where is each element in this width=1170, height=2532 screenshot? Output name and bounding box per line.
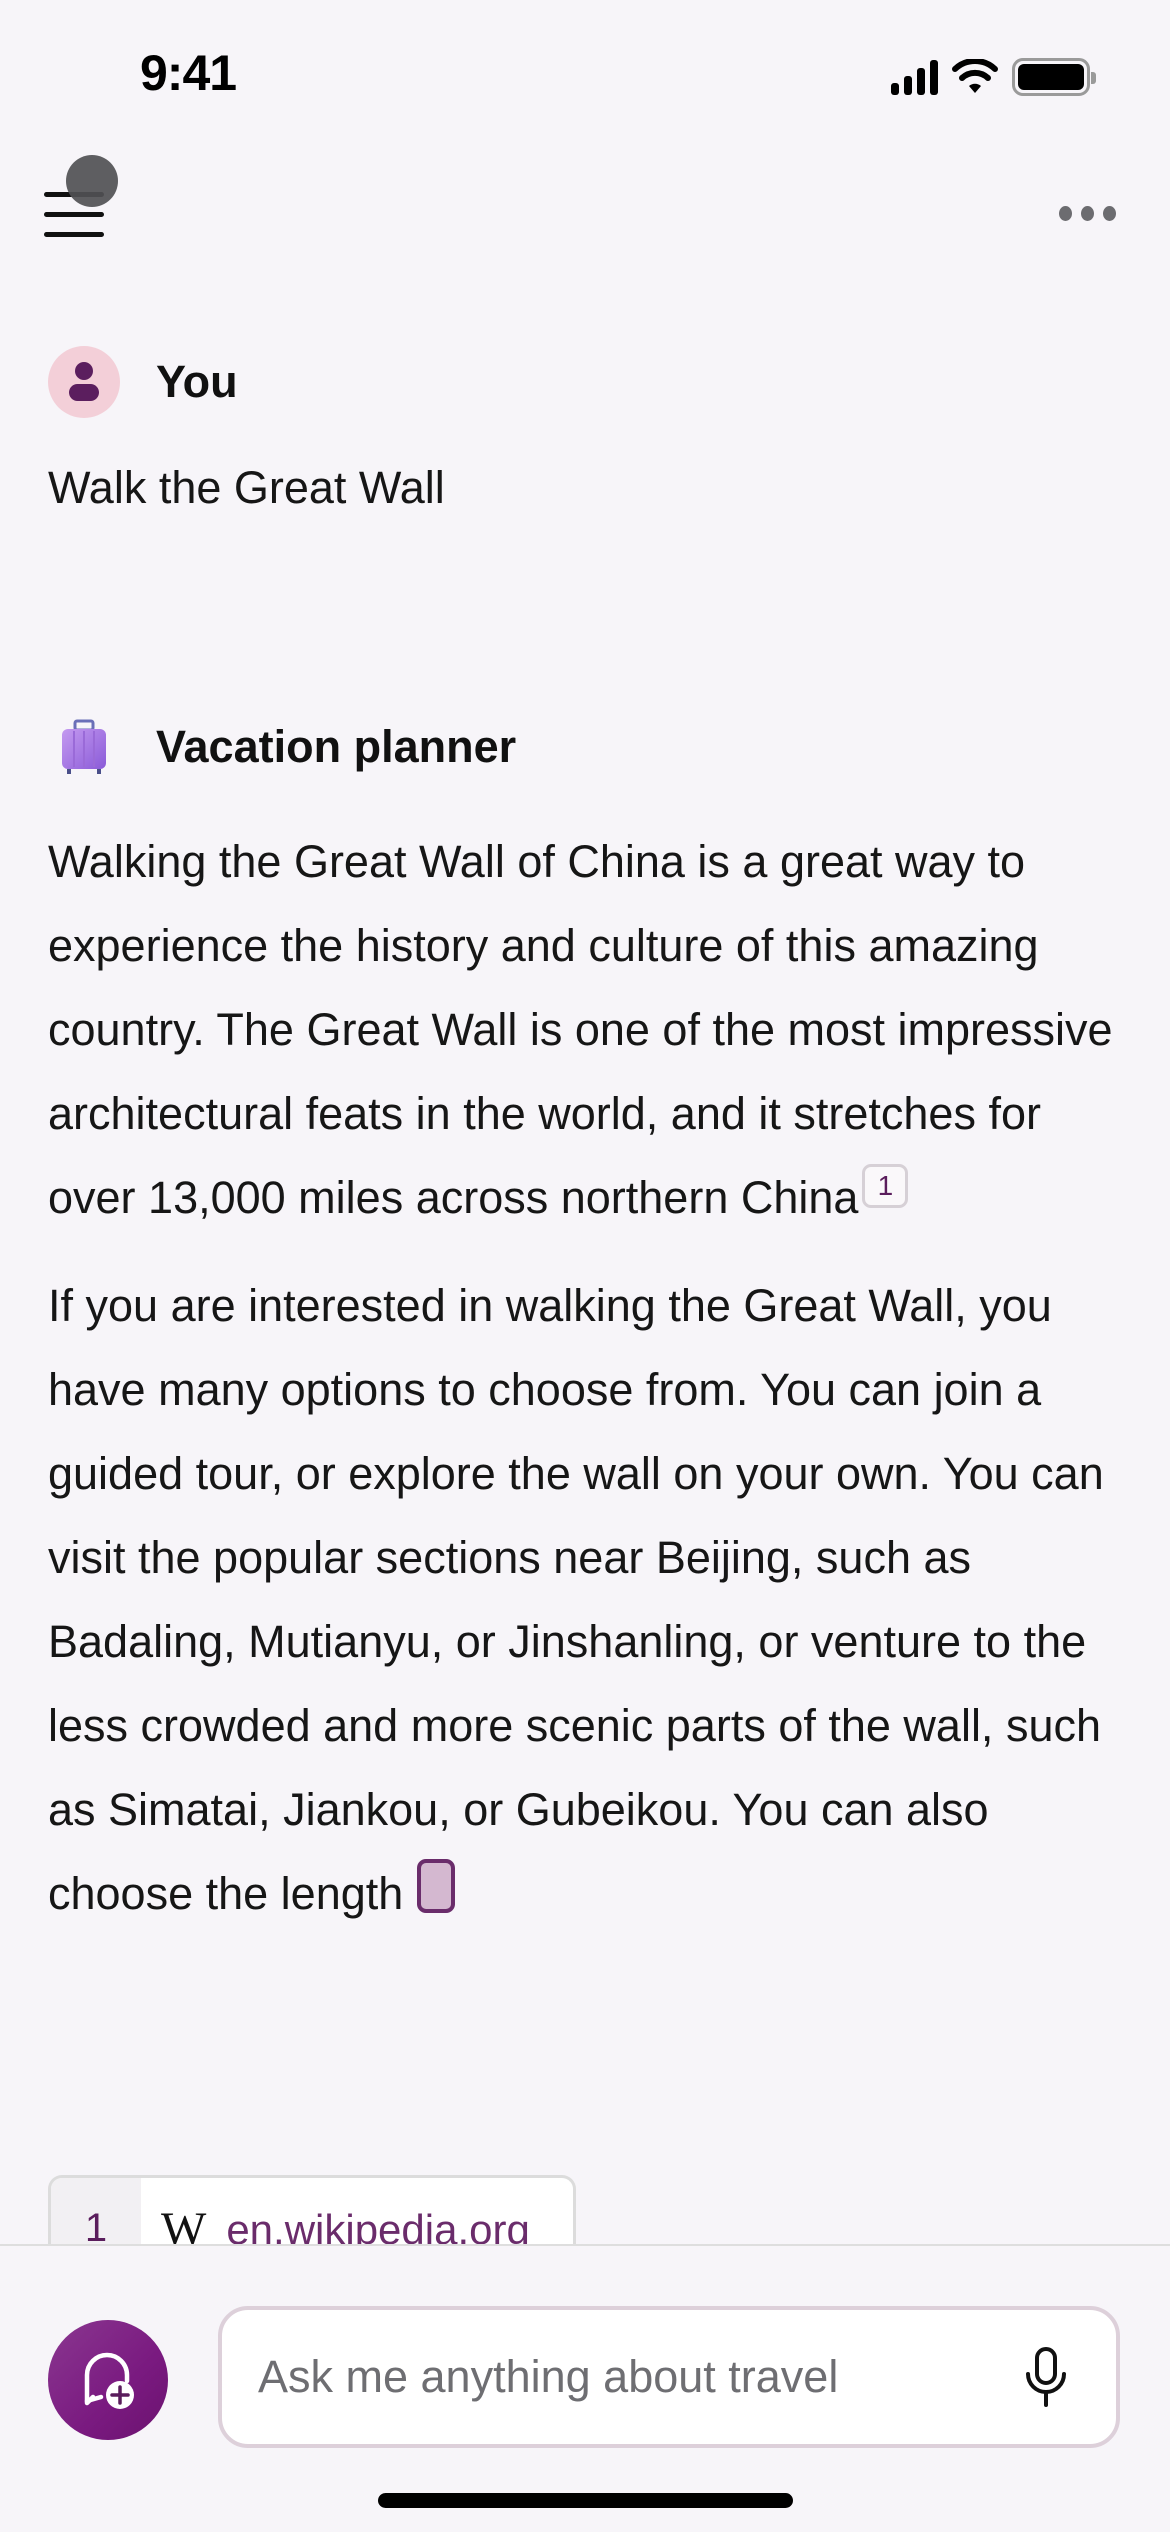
bot-avatar — [48, 711, 120, 783]
bot-message-body: Walking the Great Wall of China is a gre… — [48, 820, 1128, 1960]
new-chat-icon — [84, 2352, 134, 2409]
user-sender-name: You — [156, 356, 238, 407]
microphone-button[interactable] — [1016, 2342, 1076, 2412]
new-chat-button[interactable] — [48, 2320, 168, 2440]
suitcase-icon — [62, 719, 106, 774]
bot-message-header: Vacation planner — [48, 711, 516, 783]
bot-sender-name: Vacation planner — [156, 721, 517, 772]
message-input-container — [218, 2306, 1120, 2448]
citation-badge[interactable]: 1 — [862, 1164, 909, 1208]
bot-paragraph: If you are interested in walking the Gre… — [48, 1264, 1128, 1936]
user-message-header: You — [48, 346, 238, 418]
touch-indicator — [66, 155, 118, 207]
status-icons — [891, 58, 1096, 96]
status-time: 9:41 — [140, 45, 237, 101]
microphone-icon — [1026, 2347, 1066, 2407]
message-input[interactable] — [258, 2351, 1016, 2403]
user-avatar — [48, 346, 120, 418]
battery-icon — [1012, 58, 1096, 96]
bot-paragraph-text: If you are interested in walking the Gre… — [48, 1280, 1104, 1919]
cellular-signal-icon — [891, 59, 938, 95]
user-message-text: Walk the Great Wall — [48, 462, 445, 513]
bot-paragraph-text: Walking the Great Wall of China is a gre… — [48, 836, 1113, 1223]
wifi-icon — [952, 59, 998, 93]
composer-bar — [0, 2244, 1170, 2532]
more-options-button[interactable] — [1059, 206, 1116, 221]
more-horizontal-icon — [1059, 206, 1072, 221]
streaming-cursor-icon — [417, 1859, 456, 1913]
home-indicator[interactable] — [378, 2493, 793, 2508]
source-link-wikipedia[interactable]: 1 W en.wikipedia.org — [48, 2175, 576, 2255]
person-icon — [69, 362, 99, 401]
bot-paragraph: Walking the Great Wall of China is a gre… — [48, 820, 1128, 1240]
chat-screen: 9:41 You Walk the Great Wall Vacation pl… — [0, 0, 1170, 2532]
